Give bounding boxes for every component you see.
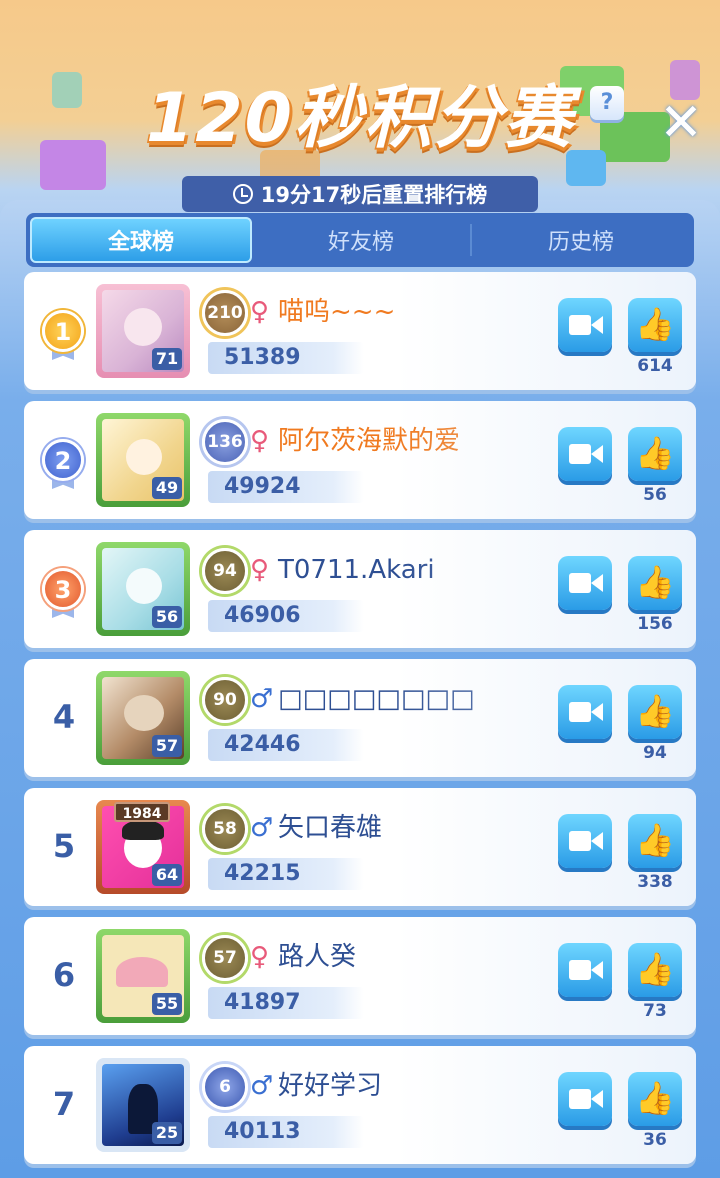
video-camera-icon[interactable]: [558, 556, 612, 610]
male-icon: ♂: [250, 1071, 274, 1101]
player-score: 41897: [208, 987, 364, 1019]
like-count: 36: [643, 1130, 667, 1150]
tab-global[interactable]: 全球榜: [30, 217, 252, 263]
vip-badge: 90: [202, 677, 248, 723]
tab-history[interactable]: 历史榜: [472, 217, 690, 263]
thumbs-up-icon[interactable]: 👍: [628, 427, 682, 481]
clock-icon: [232, 184, 253, 204]
video-camera-icon[interactable]: [558, 1072, 612, 1126]
rank-number: 5: [52, 827, 76, 865]
player-score: 40113: [208, 1116, 364, 1148]
help-button[interactable]: ?: [590, 86, 624, 120]
video-camera-icon[interactable]: [558, 814, 612, 868]
avatar-image: 55: [102, 935, 184, 1017]
female-icon: ♀: [250, 426, 270, 456]
leaderboard-row: 5 1984 64 58 ♂ 矢口春雄 42215 👍 338: [24, 788, 696, 906]
avatar-image: 25: [102, 1064, 184, 1146]
vip-badge: 58: [202, 806, 248, 852]
player-score: 42215: [208, 858, 364, 890]
like-count: 73: [643, 1001, 667, 1021]
leaderboard-row: 1 71 210 ♀ 喵呜~~~ 51389 👍 614: [24, 272, 696, 390]
player-score: 46906: [208, 600, 364, 632]
video-camera-icon[interactable]: [558, 685, 612, 739]
avatar-image: 49: [102, 419, 184, 501]
player-level: 56: [152, 606, 182, 628]
video-camera-icon[interactable]: [558, 943, 612, 997]
thumbs-up-icon[interactable]: 👍: [628, 943, 682, 997]
female-icon: ♀: [250, 942, 270, 972]
player-name: 好好学习: [278, 1071, 383, 1101]
player-level: 25: [152, 1122, 182, 1144]
thumbs-up-icon[interactable]: 👍: [628, 685, 682, 739]
vip-badge: 57: [202, 935, 248, 981]
leaderboard-row: 3 56 94 ♀ T0711.Akari 46906 👍 156: [24, 530, 696, 648]
player-level: 55: [152, 993, 182, 1015]
male-icon: ♂: [250, 684, 274, 714]
avatar[interactable]: 1984 64: [96, 800, 190, 894]
rank-medal-gold: 1: [42, 310, 84, 352]
leaderboard-row: 2 49 136 ♀ 阿尔茨海默的爱 49924 👍 56: [24, 401, 696, 519]
leaderboard-row: 4 57 90 ♂ □□□□□□□□ 42446 👍 94: [24, 659, 696, 777]
thumbs-up-icon[interactable]: 👍: [628, 1072, 682, 1126]
player-name: 阿尔茨海默的爱: [278, 426, 461, 456]
male-icon: ♂: [250, 813, 274, 843]
reset-timer-text: 19分17秒后重置排行榜: [260, 183, 488, 207]
avatar[interactable]: 55: [96, 929, 190, 1023]
player-level: 49: [152, 477, 182, 499]
avatar-image: 57: [102, 677, 184, 759]
tab-friends[interactable]: 好友榜: [252, 217, 470, 263]
like-count: 338: [637, 872, 673, 892]
player-name: 喵呜~~~: [278, 297, 396, 327]
like-count: 614: [637, 356, 673, 376]
avatar[interactable]: 25: [96, 1058, 190, 1152]
video-camera-icon[interactable]: [558, 427, 612, 481]
avatar[interactable]: 71: [96, 284, 190, 378]
leaderboard-row: 7 25 6 ♂ 好好学习 40113 👍 36: [24, 1046, 696, 1164]
avatar[interactable]: 56: [96, 542, 190, 636]
player-level: 64: [152, 864, 182, 886]
leaderboard-row: 6 55 57 ♀ 路人癸 41897 👍 73: [24, 917, 696, 1035]
player-name: 路人癸: [278, 942, 357, 972]
thumbs-up-icon[interactable]: 👍: [628, 556, 682, 610]
player-score: 51389: [208, 342, 364, 374]
player-score: 49924: [208, 471, 364, 503]
thumbs-up-icon[interactable]: 👍: [628, 814, 682, 868]
vip-badge: 210: [202, 290, 248, 336]
avatar-image: 71: [102, 290, 184, 372]
like-count: 94: [643, 743, 667, 763]
reset-timer: 19分17秒后重置排行榜: [182, 176, 538, 212]
player-level: 71: [152, 348, 182, 370]
avatar[interactable]: 49: [96, 413, 190, 507]
rank-medal-silver: 2: [42, 439, 84, 481]
rank-number: 6: [52, 956, 76, 994]
vip-badge: 136: [202, 419, 248, 465]
avatar-image: 56: [102, 548, 184, 630]
rank-number: 4: [52, 698, 76, 736]
video-camera-icon[interactable]: [558, 298, 612, 352]
player-name: □□□□□□□□: [278, 684, 475, 714]
player-name: 矢口春雄: [278, 813, 383, 843]
rank-number: 7: [52, 1085, 76, 1123]
female-icon: ♀: [250, 297, 270, 327]
player-score: 42446: [208, 729, 364, 761]
tab-bar: 全球榜 好友榜 历史榜: [26, 213, 694, 267]
rank-medal-bronze: 3: [42, 568, 84, 610]
female-icon: ♀: [250, 555, 270, 585]
like-count: 156: [637, 614, 673, 634]
close-icon[interactable]: ✕: [656, 97, 706, 149]
like-count: 56: [643, 485, 667, 505]
leaderboard-list: 1 71 210 ♀ 喵呜~~~ 51389 👍 614 2 49 136 ♀ …: [24, 272, 696, 1175]
vip-badge: 6: [202, 1064, 248, 1110]
avatar[interactable]: 57: [96, 671, 190, 765]
avatar-frame-tag: 1984: [114, 802, 170, 822]
player-level: 57: [152, 735, 182, 757]
vip-badge: 94: [202, 548, 248, 594]
thumbs-up-icon[interactable]: 👍: [628, 298, 682, 352]
player-name: T0711.Akari: [278, 555, 435, 585]
